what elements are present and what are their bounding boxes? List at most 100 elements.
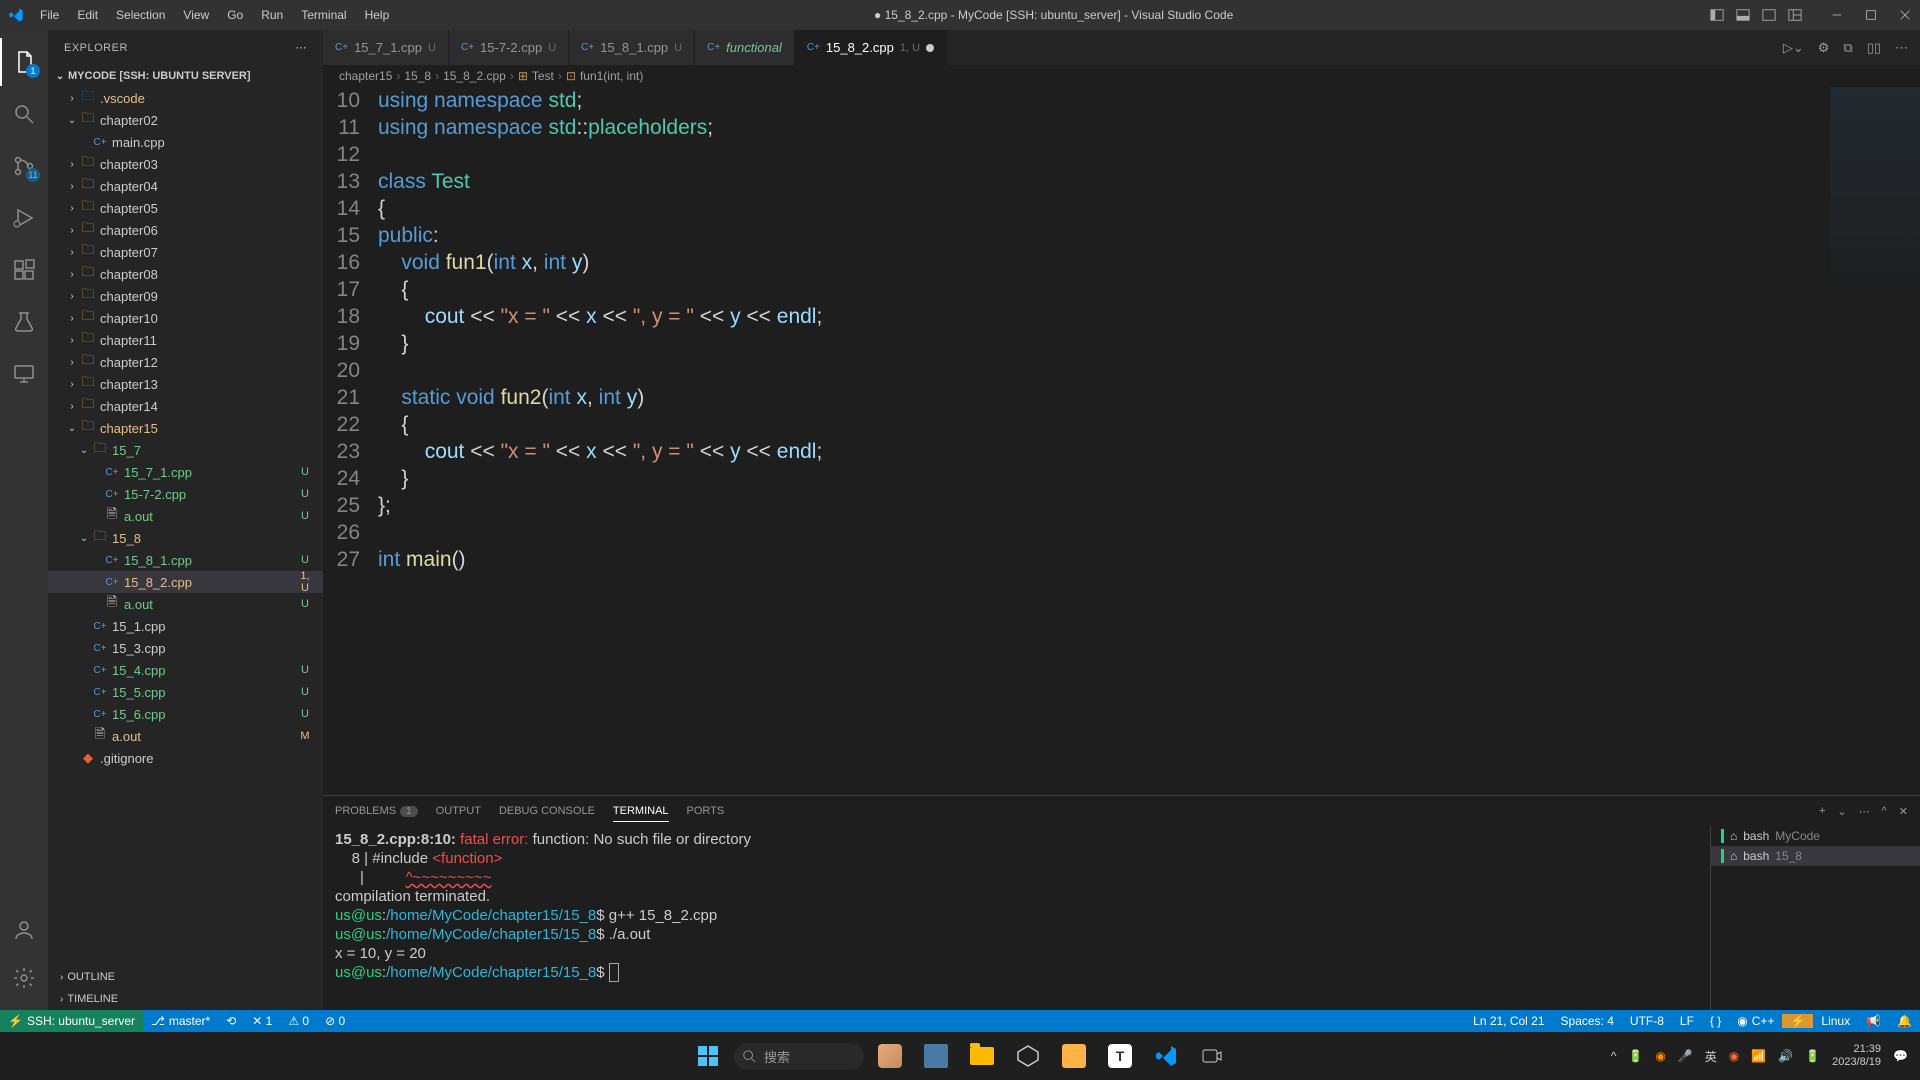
more-icon[interactable]: ⋯ [296, 41, 308, 54]
minimize-icon[interactable] [1830, 8, 1844, 22]
start-icon[interactable] [688, 1036, 728, 1076]
errors-indicator[interactable]: ✕ 1 [244, 1014, 280, 1028]
layout-bottom-icon[interactable] [1736, 8, 1750, 22]
gear-icon[interactable]: ⚙ [1818, 40, 1830, 56]
code-editor[interactable]: 101112131415161718192021222324252627 usi… [323, 87, 1920, 795]
sync-indicator[interactable]: ⟲ [218, 1014, 244, 1028]
editor-tab[interactable]: C+15_8_1.cppU [569, 30, 695, 65]
split-icon[interactable]: ▯▯ [1867, 40, 1881, 56]
tray-icon[interactable]: ◉ [1729, 1049, 1739, 1063]
tree-item[interactable]: 🗎a.outU [48, 593, 323, 615]
tree-item[interactable]: C+15_8_1.cppU [48, 549, 323, 571]
menu-view[interactable]: View [175, 4, 217, 26]
encoding[interactable]: UTF-8 [1622, 1014, 1672, 1028]
terminal-output[interactable]: 15_8_2.cpp:8:10: fatal error: function: … [323, 826, 1710, 1010]
branch-indicator[interactable]: ⎇ master* [143, 1014, 218, 1028]
workspace-root[interactable]: ⌄ MYCODE [SSH: UBUNTU SERVER] [48, 65, 323, 87]
panel-tab-ports[interactable]: PORTS [687, 801, 725, 822]
battery-icon[interactable]: 🔋 [1628, 1049, 1643, 1063]
tree-item[interactable]: ›🗀chapter03 [48, 153, 323, 175]
tree-item[interactable]: C+main.cpp [48, 131, 323, 153]
tree-item[interactable]: C+15_7_1.cppU [48, 461, 323, 483]
timeline-section[interactable]: ›TIMELINE [48, 988, 323, 1010]
panel-tab-debug-console[interactable]: DEBUG CONSOLE [499, 801, 595, 822]
tree-item[interactable]: ›🗀chapter13 [48, 373, 323, 395]
feedback-icon[interactable]: 📢 [1858, 1014, 1889, 1028]
terminal-instance[interactable]: ⌂bash15_8 [1711, 846, 1920, 866]
os-indicator[interactable]: Linux [1813, 1014, 1858, 1028]
menu-go[interactable]: Go [219, 4, 251, 26]
tree-item[interactable]: 🗎a.outU [48, 505, 323, 527]
prettier-icon[interactable]: ⚡ [1782, 1014, 1813, 1028]
tree-item[interactable]: ⌄🗀chapter02 [48, 109, 323, 131]
panel-tab-problems[interactable]: PROBLEMS1 [335, 801, 418, 822]
app-icon[interactable] [1008, 1036, 1048, 1076]
warnings-indicator[interactable]: ⚠ 0 [280, 1014, 317, 1028]
more-icon[interactable]: ⋯ [1895, 40, 1908, 56]
tree-item[interactable]: C+15_1.cpp [48, 615, 323, 637]
layout-left-icon[interactable] [1710, 8, 1724, 22]
menu-help[interactable]: Help [357, 4, 398, 26]
menu-selection[interactable]: Selection [108, 4, 173, 26]
new-terminal-icon[interactable]: + [1819, 805, 1825, 817]
search-icon[interactable] [0, 90, 48, 138]
app-icon[interactable] [1054, 1036, 1094, 1076]
app-icon[interactable] [916, 1036, 956, 1076]
editor-tab[interactable]: C+15_7_1.cppU [323, 30, 449, 65]
remote-explorer-icon[interactable] [0, 350, 48, 398]
remote-indicator[interactable]: ⚡ SSH: ubuntu_server [0, 1010, 143, 1032]
tree-item[interactable]: ›🗀chapter07 [48, 241, 323, 263]
notification-icon[interactable]: 💬 [1893, 1049, 1908, 1063]
menu-file[interactable]: File [32, 4, 67, 26]
volume-icon[interactable]: 🔊 [1778, 1049, 1793, 1063]
debug-icon[interactable] [0, 194, 48, 242]
tree-item[interactable]: ◆.gitignore [48, 747, 323, 769]
tree-item[interactable]: ›🗀chapter04 [48, 175, 323, 197]
tree-item[interactable]: C+15_5.cppU [48, 681, 323, 703]
tree-item[interactable]: ›🗀.vscode [48, 87, 323, 109]
battery-icon[interactable]: 🔋 [1805, 1049, 1820, 1063]
app-icon[interactable] [870, 1036, 910, 1076]
account-icon[interactable] [0, 906, 48, 954]
chevron-up-icon[interactable]: ^ [1611, 1049, 1617, 1063]
chevron-down-icon[interactable]: ⌄ [1837, 805, 1846, 818]
tree-item[interactable]: ⌄🗀15_7 [48, 439, 323, 461]
tree-item[interactable]: ›🗀chapter05 [48, 197, 323, 219]
scm-icon[interactable]: 11 [0, 142, 48, 190]
panel-tab-terminal[interactable]: TERMINAL [613, 801, 669, 822]
editor-tab[interactable]: C+15_8_2.cpp1, U [795, 30, 947, 65]
minimap[interactable] [1830, 87, 1920, 795]
terminal-instance[interactable]: ⌂bashMyCode [1711, 826, 1920, 846]
editor-tab[interactable]: C+15-7-2.cppU [449, 30, 569, 65]
mic-icon[interactable]: 🎤 [1678, 1049, 1693, 1063]
tree-item[interactable]: C+15-7-2.cppU [48, 483, 323, 505]
outline-section[interactable]: ›OUTLINE [48, 966, 323, 988]
tree-item[interactable]: C+15_8_2.cpp1, U [48, 571, 323, 593]
menu-edit[interactable]: Edit [69, 4, 106, 26]
tree-item[interactable]: ›🗀chapter06 [48, 219, 323, 241]
tree-item[interactable]: ›🗀chapter10 [48, 307, 323, 329]
eol[interactable]: LF [1672, 1014, 1702, 1028]
tree-item[interactable]: C+15_3.cpp [48, 637, 323, 659]
more-icon[interactable]: ⋯ [1859, 805, 1870, 818]
tree-item[interactable]: 🗎a.outM [48, 725, 323, 747]
tree-item[interactable]: ›🗀chapter08 [48, 263, 323, 285]
app-icon[interactable] [1192, 1036, 1232, 1076]
wifi-icon[interactable]: 📶 [1751, 1049, 1766, 1063]
tree-item[interactable]: C+15_6.cppU [48, 703, 323, 725]
ports-indicator[interactable]: ⊘ 0 [317, 1014, 353, 1028]
tree-item[interactable]: C+15_4.cppU [48, 659, 323, 681]
line-col[interactable]: Ln 21, Col 21 [1465, 1014, 1552, 1028]
file-explorer-icon[interactable] [962, 1036, 1002, 1076]
tree-item[interactable]: ›🗀chapter09 [48, 285, 323, 307]
brackets[interactable]: { } [1702, 1014, 1729, 1028]
testing-icon[interactable] [0, 298, 48, 346]
tree-item[interactable]: ›🗀chapter11 [48, 329, 323, 351]
typora-icon[interactable]: T [1100, 1036, 1140, 1076]
taskbar-search[interactable]: 搜索 [734, 1043, 864, 1070]
tree-item[interactable]: ›🗀chapter12 [48, 351, 323, 373]
ime-indicator[interactable]: 英 [1705, 1048, 1717, 1065]
layout-panel-icon[interactable] [1788, 8, 1802, 22]
maximize-panel-icon[interactable]: ^ [1882, 805, 1887, 817]
breadcrumb[interactable]: chapter15›15_8›15_8_2.cpp›⊞ Test›⊡ fun1(… [323, 65, 1920, 87]
